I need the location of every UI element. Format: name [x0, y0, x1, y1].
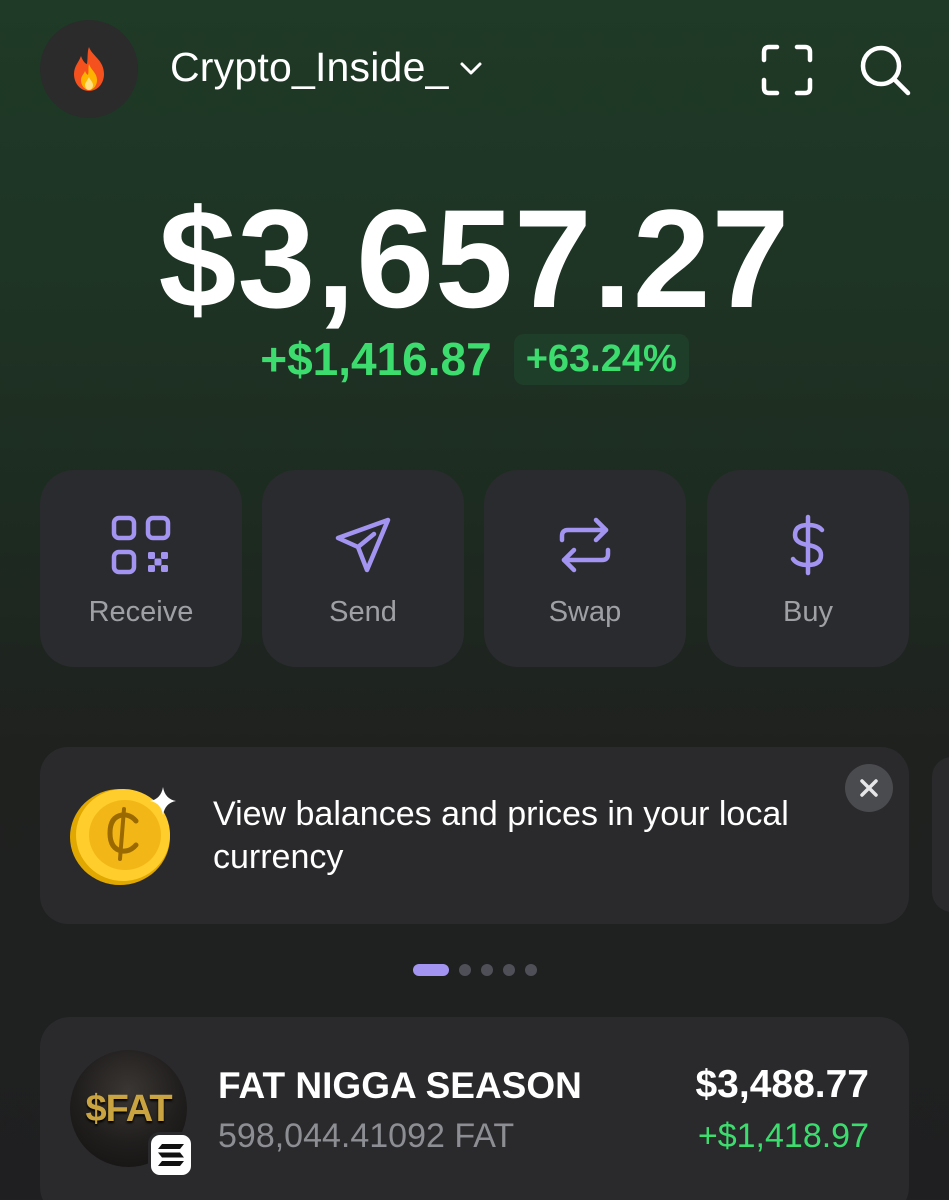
carousel-dot[interactable]: [502, 964, 515, 976]
carousel-dot[interactable]: [458, 964, 471, 976]
coin-sparkle-icon: [70, 787, 176, 885]
banner-text: View balances and prices in your local c…: [213, 795, 789, 876]
carousel-dot[interactable]: [524, 964, 537, 976]
account-name: Crypto_Inside_: [170, 44, 449, 90]
close-banner-button[interactable]: [845, 764, 893, 812]
change-amount: +$1,416.87: [260, 333, 492, 385]
scan-icon[interactable]: [761, 44, 813, 96]
action-label: Send: [329, 596, 397, 628]
dollar-icon: [790, 514, 825, 576]
action-label: Swap: [548, 596, 622, 628]
paper-plane-icon: [335, 517, 391, 573]
token-change: +$1,418.97: [697, 1117, 869, 1155]
carousel-indicator: [0, 964, 949, 976]
carousel-dot[interactable]: [480, 964, 493, 976]
account-avatar[interactable]: [40, 20, 138, 118]
token-row[interactable]: $FAT FAT NIGGA SEASON 598,044.41092 FAT …: [40, 1017, 909, 1200]
action-bar: Receive Send Swap Buy: [40, 470, 909, 667]
send-button[interactable]: Send: [262, 470, 464, 667]
token-name: FAT NIGGA SEASON: [218, 1065, 582, 1106]
fire-emoji-icon: [74, 47, 104, 91]
token-value: $3,488.77: [695, 1063, 869, 1106]
local-currency-banner[interactable]: View balances and prices in your local c…: [40, 747, 909, 924]
action-label: Buy: [783, 596, 833, 628]
header: Crypto_Inside_: [40, 20, 911, 118]
total-balance: $3,657.27: [158, 180, 791, 337]
balance-change: +$1,416.87 +63.24%: [0, 332, 949, 386]
action-label: Receive: [88, 596, 194, 628]
carousel-dot[interactable]: [412, 964, 449, 976]
search-icon[interactable]: [859, 44, 911, 96]
token-quantity: 598,044.41092 FAT: [218, 1117, 515, 1155]
buy-button[interactable]: Buy: [707, 470, 909, 667]
swap-arrows-icon: [559, 517, 611, 573]
solana-icon: [148, 1132, 194, 1178]
swap-button[interactable]: Swap: [484, 470, 686, 667]
token-logo-text: $FAT: [85, 1088, 172, 1130]
receive-button[interactable]: Receive: [40, 470, 242, 667]
next-banner-peek: [932, 757, 949, 912]
account-switcher[interactable]: Crypto_Inside_: [170, 44, 485, 91]
close-icon: [860, 779, 878, 797]
qr-code-icon: [111, 515, 171, 575]
chevron-down-icon: [460, 62, 482, 74]
change-percent-badge: +63.24%: [513, 333, 689, 385]
